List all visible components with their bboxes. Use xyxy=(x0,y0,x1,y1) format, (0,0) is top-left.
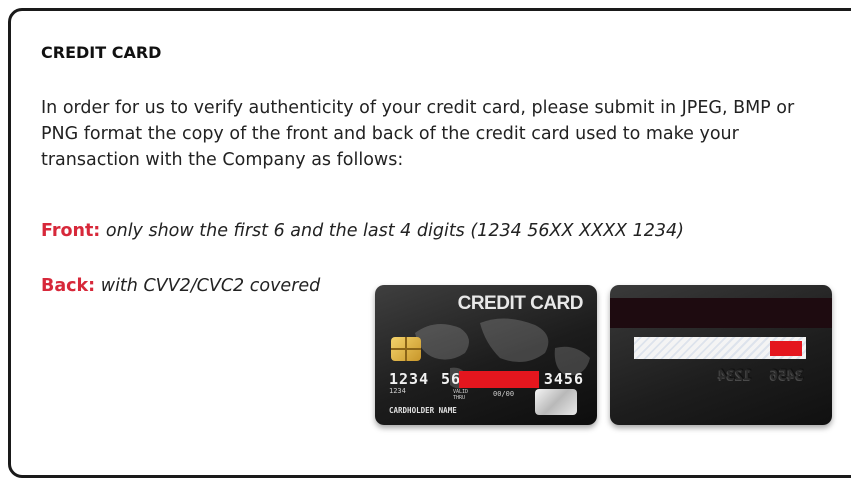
back-description: with CVV2/CVC2 covered xyxy=(100,276,321,296)
cardholder-name: CARDHOLDER NAME xyxy=(389,406,457,415)
card-back-image: 1234 3456 xyxy=(610,285,832,425)
card-title: CREDIT CARD xyxy=(457,293,584,314)
expiry-date: 00/00 xyxy=(493,390,515,398)
back-instruction: Back: with CVV2/CVC2 covered xyxy=(41,276,320,296)
cvv-cover-bar xyxy=(770,341,802,356)
intro-line: In order for us to verify authenticity o… xyxy=(41,98,795,118)
front-description: only show the first 6 and the last 4 dig… xyxy=(105,221,684,241)
card-number-last: 3456 xyxy=(543,370,584,388)
intro-line: PNG format the copy of the front and bac… xyxy=(41,124,739,144)
hologram-icon xyxy=(535,389,577,415)
embossed-digits-mirrored: 1234 xyxy=(718,368,752,384)
intro-line: transaction with the Company as follows: xyxy=(41,150,404,170)
valid-thru-label: VALID THRU xyxy=(453,389,469,401)
card-number-first: 1234 xyxy=(389,370,430,388)
card-front-image: CREDIT CARD 1234 56 3456 1234 VALID THRU… xyxy=(375,285,597,425)
front-label: Front: xyxy=(41,221,101,241)
chip-icon xyxy=(391,337,421,361)
front-instruction: Front: only show the first 6 and the las… xyxy=(41,221,684,241)
intro-paragraph: In order for us to verify authenticity o… xyxy=(41,95,841,173)
redaction-bar xyxy=(459,371,539,388)
section-title: CREDIT CARD xyxy=(41,43,162,62)
embossed-digits-mirrored: 3456 xyxy=(770,368,804,384)
magnetic-stripe xyxy=(610,298,832,328)
back-label: Back: xyxy=(41,276,96,296)
card-number-small: 1234 xyxy=(389,387,406,395)
